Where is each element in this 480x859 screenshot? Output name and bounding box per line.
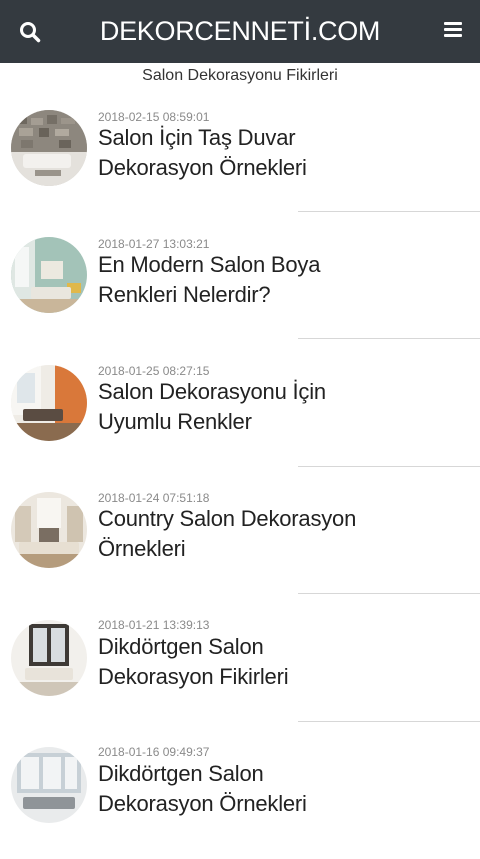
app-header: DEKORCENNETİ.COM <box>0 0 480 63</box>
hamburger-menu-icon <box>440 22 466 37</box>
post-title-line: Salon Dekorasyonu İçin <box>98 379 326 404</box>
post-title-line: Dekorasyon Örnekleri <box>98 791 307 816</box>
post-thumbnail[interactable] <box>11 110 87 186</box>
post-date: 2018-02-15 08:59:01 <box>98 110 210 124</box>
post-title-line: Uyumlu Renkler <box>98 409 252 434</box>
page-title: Salon Dekorasyonu Fikirleri <box>142 67 338 84</box>
site-logo[interactable]: DEKORCENNETİ.COM <box>0 14 480 48</box>
post-date: 2018-01-16 09:49:37 <box>98 745 210 759</box>
post-date: 2018-01-25 08:27:15 <box>98 364 210 378</box>
menu-button[interactable] <box>440 19 466 45</box>
list-item[interactable]: 2018-02-15 08:59:01 Salon İçin Taş Duvar… <box>0 95 480 222</box>
post-thumbnail[interactable] <box>11 492 87 568</box>
list-item[interactable]: 2018-01-16 09:49:37 Dikdörtgen Salon Dek… <box>0 732 480 859</box>
list-item[interactable]: 2018-01-27 13:03:21 En Modern Salon Boya… <box>0 222 480 349</box>
post-thumbnail[interactable] <box>11 365 87 441</box>
post-title-line: Country Salon Dekorasyon <box>98 506 357 531</box>
divider <box>298 211 480 212</box>
post-title[interactable]: Dikdörtgen Salon Dekorasyon Örnekleri <box>98 759 458 819</box>
post-thumbnail[interactable] <box>11 237 87 313</box>
post-title-line: En Modern Salon Boya <box>98 252 321 277</box>
list-item[interactable]: 2018-01-21 13:39:13 Dikdörtgen Salon Dek… <box>0 605 480 732</box>
post-title-line: Salon İçin Taş Duvar <box>98 125 296 150</box>
post-title[interactable]: Country Salon Dekorasyon Örnekleri <box>98 504 458 564</box>
post-title[interactable]: Salon Dekorasyonu İçin Uyumlu Renkler <box>98 377 458 437</box>
post-title-line: Dekorasyon Örnekleri <box>98 155 307 180</box>
post-date: 2018-01-27 13:03:21 <box>98 237 210 251</box>
post-title[interactable]: Dikdörtgen Salon Dekorasyon Fikirleri <box>98 632 458 692</box>
divider <box>298 593 480 594</box>
post-title[interactable]: En Modern Salon Boya Renkleri Nelerdir? <box>98 250 458 310</box>
post-thumbnail[interactable] <box>11 747 87 823</box>
post-thumbnail[interactable] <box>11 620 87 696</box>
post-title-line: Örnekleri <box>98 536 186 561</box>
post-title[interactable]: Salon İçin Taş Duvar Dekorasyon Örnekler… <box>98 123 458 183</box>
post-title-line: Dikdörtgen Salon <box>98 634 264 659</box>
divider <box>298 721 480 722</box>
post-title-line: Renkleri Nelerdir? <box>98 282 271 307</box>
list-item[interactable]: 2018-01-25 08:27:15 Salon Dekorasyonu İç… <box>0 350 480 477</box>
post-date: 2018-01-24 07:51:18 <box>98 491 210 505</box>
divider <box>298 466 480 467</box>
post-date: 2018-01-21 13:39:13 <box>98 618 210 632</box>
post-title-line: Dikdörtgen Salon <box>98 761 264 786</box>
list-item[interactable]: 2018-01-24 07:51:18 Country Salon Dekora… <box>0 477 480 604</box>
divider <box>298 338 480 339</box>
post-title-line: Dekorasyon Fikirleri <box>98 664 289 689</box>
